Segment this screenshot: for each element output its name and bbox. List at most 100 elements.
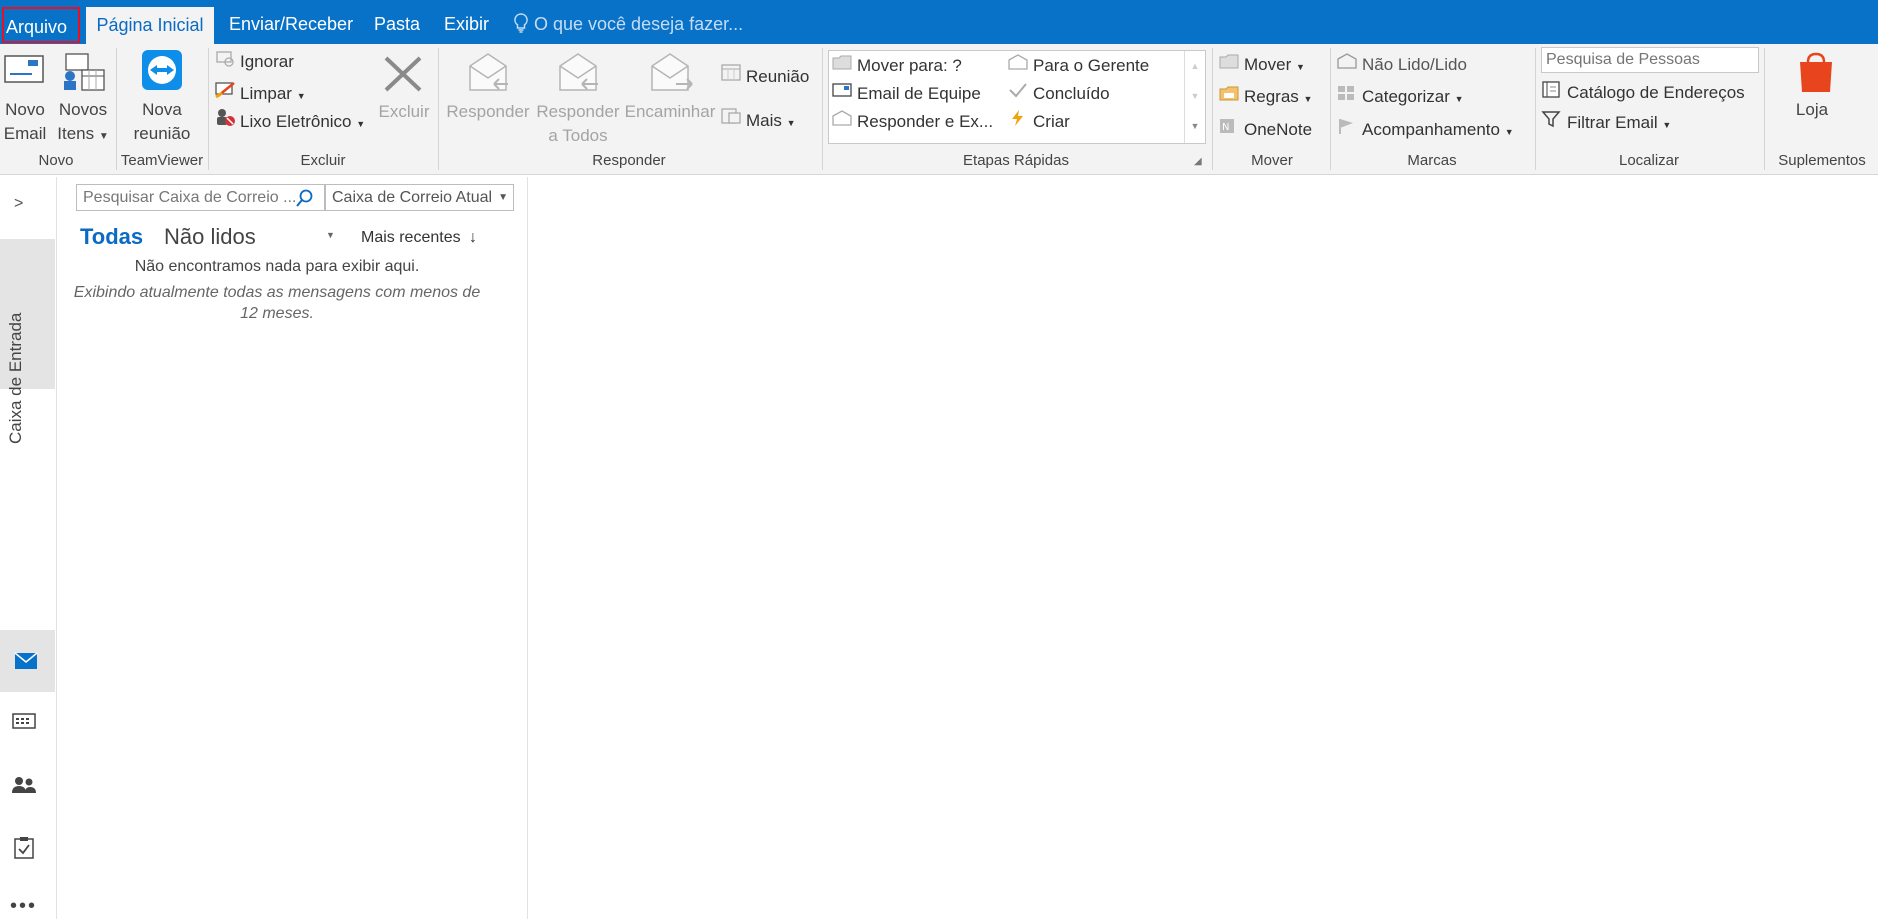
chevron-down-icon: ▼ (296, 91, 306, 101)
people-nav-button[interactable] (0, 755, 55, 815)
chevron-down-icon: ▼ (498, 192, 508, 203)
chevron-down-icon: ▼ (1504, 127, 1514, 137)
reply-all-label-1: Responder (536, 102, 620, 121)
clean-button[interactable]: Limpar ▼ (214, 79, 306, 103)
forward-button[interactable]: Encaminhar (622, 100, 718, 124)
mailbox-search-placeholder: Pesquisar Caixa de Correio ... (83, 189, 297, 206)
categorize-icon (1336, 84, 1358, 109)
new-items-button[interactable]: Novos Itens ▼ (54, 98, 112, 149)
tab-file[interactable]: Arquivo (2, 7, 80, 43)
people-icon (12, 777, 36, 793)
junk-icon (214, 107, 236, 134)
mailbox-search-input[interactable]: Pesquisar Caixa de Correio ... (76, 184, 325, 211)
quick-step-to-manager-label: Para o Gerente (1033, 56, 1150, 75)
inbox-folder-label: Caixa de Entrada (6, 312, 25, 444)
ignore-button[interactable]: Ignorar (214, 49, 294, 73)
tab-send-receive[interactable]: Enviar/Receber (229, 0, 353, 44)
calendar-nav-button[interactable] (0, 692, 55, 752)
reply-meeting-button[interactable]: Reunião (720, 62, 809, 86)
new-items-label-2-row: Itens ▼ (54, 122, 112, 149)
group-separator (1330, 48, 1331, 170)
quick-step-done[interactable]: Concluído (1007, 81, 1110, 105)
tasks-nav-button[interactable] (0, 818, 55, 878)
categorize-button[interactable]: Categorizar ▼ (1336, 84, 1464, 108)
store-button[interactable]: Loja (1776, 98, 1848, 122)
store-icon (1796, 50, 1836, 94)
tasks-icon (14, 837, 34, 859)
forward-icon (646, 50, 694, 94)
new-email-label-2: Email (3, 124, 47, 143)
tab-folder[interactable]: Pasta (374, 0, 420, 44)
folder-arrow-icon (831, 53, 853, 78)
tab-view[interactable]: Exibir (444, 0, 489, 44)
filter-all-tab[interactable]: Todas (80, 224, 143, 250)
group-label-marcas: Marcas (1407, 152, 1457, 169)
forward-manager-icon (1007, 53, 1029, 78)
quick-step-to-manager[interactable]: Para o Gerente (1007, 53, 1149, 77)
delete-button[interactable]: Excluir (374, 100, 434, 124)
junk-button[interactable]: Lixo Eletrônico ▼ (214, 107, 365, 131)
mail-nav-button[interactable] (0, 630, 55, 692)
lightbulb-icon (514, 0, 534, 49)
pane-divider[interactable] (527, 177, 528, 919)
sort-button[interactable]: Mais recentes ↓ (361, 229, 477, 247)
filter-unread-tab[interactable]: Não lidos (164, 224, 256, 250)
more-icon (720, 106, 742, 133)
inbox-folder-collapsed[interactable]: Caixa de Entrada (0, 239, 55, 444)
search-people-input[interactable] (1541, 47, 1759, 73)
followup-button[interactable]: Acompanhamento ▼ (1336, 117, 1514, 141)
chevron-down-icon: ▼ (98, 131, 109, 142)
gallery-expand-icon[interactable]: ▼ (1185, 111, 1205, 141)
reply-all-icon (554, 50, 602, 94)
new-meeting-teamviewer-button[interactable]: Nova reunião (122, 98, 202, 146)
address-book-button[interactable]: Catálogo de Endereços (1541, 80, 1745, 104)
quick-step-team-email-label: Email de Equipe (857, 84, 981, 103)
reply-more-button[interactable]: Mais ▼ (720, 106, 796, 130)
rules-icon (1218, 84, 1240, 109)
quick-step-create[interactable]: Criar (1007, 109, 1070, 133)
unread-read-button[interactable]: Não Lido/Lido (1336, 52, 1467, 76)
quick-steps-gallery: Mover para: ? Email de Equipe Responder … (828, 50, 1206, 144)
navigation-rail: > Caixa de Entrada ••• (0, 177, 57, 919)
gallery-scroll[interactable]: ▲ ▼ ▼ (1184, 51, 1205, 143)
group-separator (1535, 48, 1536, 170)
search-scope-dropdown[interactable]: Caixa de Correio Atual ▼ (325, 184, 514, 211)
scroll-down-icon[interactable]: ▼ (1185, 81, 1205, 111)
mail-icon (14, 652, 38, 669)
scroll-up-icon[interactable]: ▲ (1185, 51, 1205, 81)
dialog-launcher-icon[interactable]: ◢ (1194, 156, 1202, 167)
chevron-down-icon: ▼ (1303, 94, 1313, 104)
group-separator (1764, 48, 1765, 170)
filter-dropdown-icon[interactable]: ▼ (326, 230, 335, 240)
categorize-label: Categorizar (1362, 87, 1450, 106)
new-items-icon (58, 48, 108, 94)
more-nav-icon[interactable]: ••• (10, 895, 37, 918)
chevron-down-icon: ▼ (356, 119, 366, 129)
quick-step-reply-delete-label: Responder e Ex... (857, 112, 994, 131)
filter-email-button[interactable]: Filtrar Email ▼ (1541, 110, 1671, 134)
move-label: Mover (1244, 55, 1292, 74)
group-label-suplementos: Suplementos (1778, 152, 1866, 169)
search-icon[interactable] (296, 189, 314, 207)
reply-all-button[interactable]: Responder a Todos (532, 100, 624, 148)
expand-folder-pane-icon[interactable]: > (14, 195, 23, 213)
tab-home[interactable]: Página Inicial (86, 7, 214, 44)
reply-more-label: Mais (746, 111, 782, 130)
delete-icon (382, 54, 424, 94)
group-separator (116, 48, 117, 170)
new-email-label-1: Novo (5, 100, 45, 119)
group-separator (438, 48, 439, 170)
quick-step-reply-delete[interactable]: Responder e Ex... (831, 109, 993, 133)
new-email-button[interactable]: Novo Email (0, 98, 50, 146)
onenote-button[interactable]: N OneNote (1218, 117, 1312, 141)
new-meeting-label-2: reunião (133, 124, 191, 143)
empty-list-message: Não encontramos nada para exibir aqui. (134, 258, 420, 275)
quick-step-team-email[interactable]: Email de Equipe (831, 81, 981, 105)
move-button[interactable]: Mover ▼ (1218, 52, 1305, 76)
reply-button[interactable]: Responder (442, 100, 534, 124)
tell-me-search[interactable]: O que você deseja fazer... (514, 0, 743, 44)
reply-all-label-2: a Todos (548, 126, 608, 145)
followup-label: Acompanhamento (1362, 120, 1500, 139)
rules-button[interactable]: Regras ▼ (1218, 84, 1312, 108)
quick-step-move-to[interactable]: Mover para: ? (831, 53, 962, 77)
